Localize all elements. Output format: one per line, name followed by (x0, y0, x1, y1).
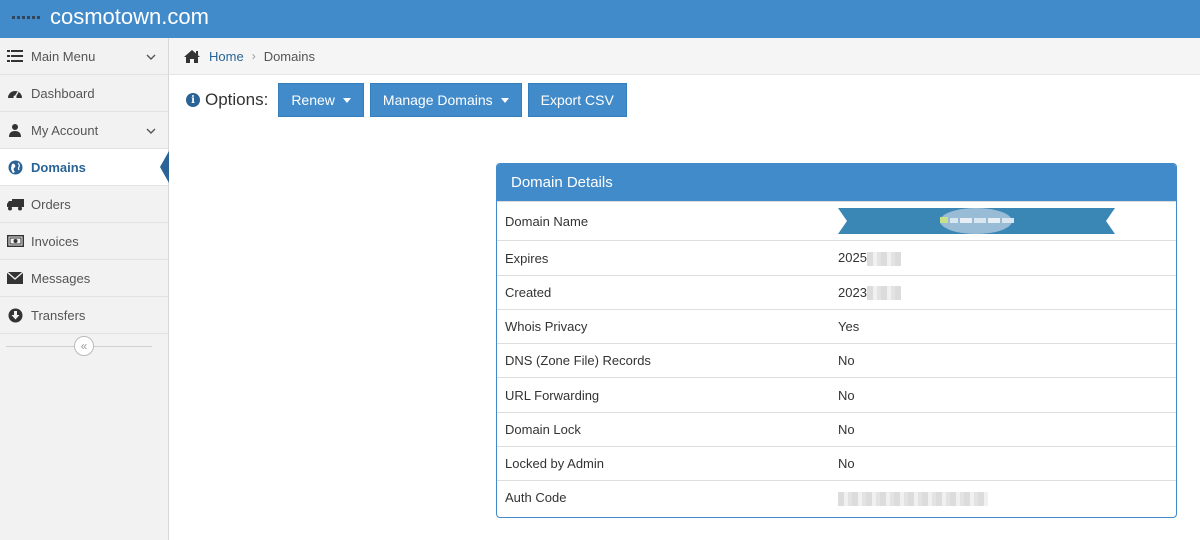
breadcrumb-current: Domains (263, 48, 315, 64)
breadcrumb: Home › Domains (169, 38, 1200, 75)
arrow-down-circle-icon (0, 308, 30, 323)
row-key: URL Forwarding (497, 377, 830, 413)
sidebar: Main Menu Dashboard My Account Domains O… (0, 38, 169, 540)
info-icon: i (186, 93, 200, 107)
row-key: DNS (Zone File) Records (497, 343, 830, 378)
money-icon (0, 235, 30, 247)
row-value: No (830, 446, 1176, 481)
logo-icon[interactable] (12, 14, 40, 20)
renew-button-label: Renew (291, 92, 335, 108)
row-key: Locked by Admin (497, 446, 830, 481)
row-value: No (830, 377, 1176, 413)
sidebar-item-label: Dashboard (31, 85, 95, 101)
domain-details-panel: Domain Details Domain Name Expires 2025 … (496, 163, 1177, 518)
options-toolbar: i Options: Renew Manage Domains Export C… (186, 83, 633, 117)
sidebar-item-main-menu[interactable]: Main Menu (0, 38, 168, 75)
row-value: No (830, 343, 1176, 378)
breadcrumb-home-link[interactable]: Home (209, 49, 244, 64)
caret-down-icon (500, 97, 509, 103)
sidebar-item-invoices[interactable]: Invoices (0, 223, 168, 260)
row-value: 2025 (830, 240, 1176, 276)
table-row: Auth Code (497, 480, 1176, 515)
sidebar-item-label: Orders (31, 196, 71, 212)
sidebar-item-label: Main Menu (31, 48, 96, 64)
chevron-down-icon[interactable] (146, 123, 156, 138)
table-row: Domain Lock No (497, 412, 1176, 447)
domain-name-ribbon (838, 208, 1115, 234)
panel-title: Domain Details (497, 164, 1176, 201)
row-key: Domain Name (497, 201, 830, 241)
created-value: 2023 (838, 284, 867, 300)
sidebar-item-domains[interactable]: Domains (0, 149, 169, 186)
caret-down-icon (342, 97, 351, 103)
breadcrumb-separator: › (251, 49, 256, 63)
envelope-icon (0, 272, 30, 284)
table-row: Expires 2025 (497, 240, 1176, 276)
row-key: Auth Code (497, 480, 830, 515)
dashboard-icon (0, 86, 30, 100)
sidebar-item-dashboard[interactable]: Dashboard (0, 75, 168, 112)
row-value: 2023 (830, 275, 1176, 310)
sidebar-item-label: Transfers (31, 307, 86, 323)
export-csv-button-label: Export CSV (540, 92, 614, 108)
table-row: Whois Privacy Yes (497, 309, 1176, 344)
expires-value: 2025 (838, 250, 867, 266)
table-row: URL Forwarding No (497, 377, 1176, 413)
row-key: Whois Privacy (497, 309, 830, 344)
sidebar-item-label: My Account (31, 122, 99, 138)
renew-button[interactable]: Renew (278, 83, 364, 117)
auth-code-redacted (838, 491, 988, 506)
table-row: DNS (Zone File) Records No (497, 343, 1176, 378)
row-value: Yes (830, 309, 1176, 344)
row-value: No (830, 412, 1176, 447)
domain-details-table: Domain Name Expires 2025 Created 2023 Wh… (497, 201, 1176, 515)
domain-name-value (830, 201, 1176, 241)
user-icon (0, 123, 30, 137)
list-icon (0, 49, 30, 63)
redacted-text (866, 286, 901, 301)
options-label: Options: (205, 90, 269, 109)
truck-icon (0, 198, 30, 211)
sidebar-item-transfers[interactable]: Transfers (0, 297, 168, 334)
sidebar-item-orders[interactable]: Orders (0, 186, 168, 223)
sidebar-item-messages[interactable]: Messages (0, 260, 168, 297)
active-indicator (160, 151, 169, 183)
table-row: Locked by Admin No (497, 446, 1176, 481)
sidebar-collapse-row: « (0, 334, 168, 358)
collapse-sidebar-button[interactable]: « (74, 336, 94, 356)
row-key: Expires (497, 240, 830, 276)
app-title[interactable]: cosmotown.com (50, 4, 209, 30)
row-value (830, 480, 1176, 515)
chevron-down-icon[interactable] (146, 49, 156, 64)
redacted-text (866, 251, 901, 266)
options-label-group: i Options: (186, 90, 268, 110)
row-key: Created (497, 275, 830, 310)
sidebar-item-label: Domains (31, 159, 86, 175)
sidebar-item-label: Messages (31, 270, 91, 286)
globe-icon (0, 160, 30, 175)
manage-domains-button[interactable]: Manage Domains (369, 83, 522, 117)
sidebar-item-my-account[interactable]: My Account (0, 112, 168, 149)
home-icon[interactable] (183, 49, 201, 64)
table-row: Domain Name (497, 201, 1176, 241)
manage-domains-button-label: Manage Domains (382, 92, 493, 108)
export-csv-button[interactable]: Export CSV (527, 83, 627, 117)
top-bar: cosmotown.com (0, 0, 1200, 38)
table-row: Created 2023 (497, 275, 1176, 310)
sidebar-item-label: Invoices (31, 233, 79, 249)
row-key: Domain Lock (497, 412, 830, 447)
